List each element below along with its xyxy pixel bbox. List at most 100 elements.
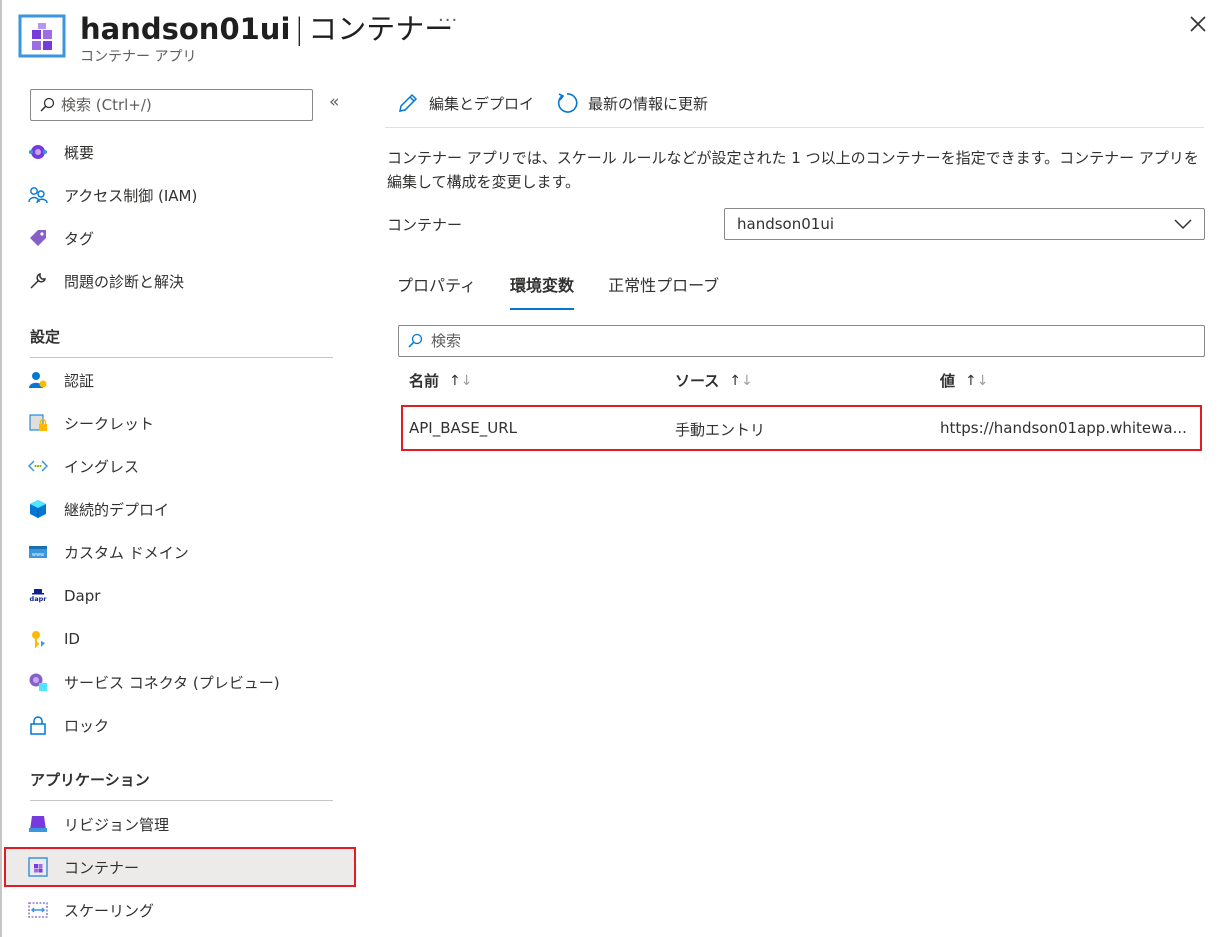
nav-item-label: ロック — [64, 716, 110, 735]
container-app-icon — [18, 14, 66, 58]
blade-header: handson01ui | コンテナー コンテナー アプリ ··· — [18, 4, 1218, 66]
container-tabs: プロパティ 環境変数 正常性プローブ — [397, 272, 753, 310]
env-var-search-input[interactable] — [431, 330, 1191, 352]
nav-item-label: 概要 — [64, 143, 95, 162]
identity-key-icon — [28, 629, 48, 649]
search-icon — [408, 333, 423, 348]
nav-item-service-connector[interactable]: サービス コネクタ (プレビュー) — [4, 662, 356, 702]
sort-icon: ↑↓ — [965, 373, 988, 389]
collapse-menu-button[interactable]: « — [329, 92, 339, 112]
search-icon — [40, 97, 55, 112]
nav-item-label: ID — [64, 630, 80, 648]
nav-item-label: カスタム ドメイン — [64, 543, 189, 562]
tab-properties[interactable]: プロパティ — [397, 272, 476, 310]
svg-text:dapr: dapr — [30, 595, 48, 603]
nav-item-revision-management[interactable]: リビジョン管理 — [4, 804, 356, 844]
nav-item-label: アクセス制御 (IAM) — [64, 186, 198, 205]
nav-item-iam[interactable]: アクセス制御 (IAM) — [4, 175, 356, 215]
nav-item-label: リビジョン管理 — [64, 815, 170, 834]
svg-text:www: www — [32, 552, 44, 558]
deploy-cube-icon — [28, 499, 48, 519]
more-options-button[interactable]: ··· — [438, 10, 458, 31]
command-bar-divider — [385, 127, 1204, 128]
sort-up-arrow: ↑ — [729, 372, 741, 389]
menu-search-input[interactable] — [61, 94, 306, 116]
overview-icon — [28, 142, 48, 162]
table-row[interactable]: API_BASE_URL 手動エントリ https://handson01app… — [401, 405, 1202, 451]
column-header-value[interactable]: 値 ↑↓ — [940, 370, 988, 391]
cell-source: 手動エントリ — [675, 421, 766, 439]
service-connector-icon — [28, 672, 48, 692]
tab-environment-variables[interactable]: 環境変数 — [510, 272, 575, 310]
tag-icon — [28, 228, 48, 248]
column-header-source[interactable]: ソース ↑↓ — [675, 370, 753, 391]
pencil-icon — [399, 93, 418, 112]
tab-health-probes[interactable]: 正常性プローブ — [608, 272, 719, 310]
iam-people-icon — [28, 185, 48, 205]
column-header-label: 値 — [940, 372, 956, 390]
sort-down-arrow: ↓ — [741, 372, 753, 389]
section-divider — [30, 357, 333, 358]
nav-item-diagnose[interactable]: 問題の診断と解決 — [4, 261, 356, 301]
refresh-button[interactable]: 最新の情報に更新 — [556, 92, 708, 114]
nav-item-identity[interactable]: ID — [4, 619, 356, 659]
nav-item-secrets[interactable]: シークレット — [4, 403, 356, 443]
nav-item-label: イングレス — [64, 457, 140, 476]
command-bar: 編集とデプロイ 最新の情報に更新 — [397, 88, 730, 118]
env-var-search-box[interactable] — [398, 325, 1205, 357]
container-dropdown-value: handson01ui — [737, 215, 834, 233]
edit-and-deploy-button[interactable]: 編集とデプロイ — [397, 92, 534, 114]
nav-item-label: 問題の診断と解決 — [64, 272, 185, 291]
refresh-label: 最新の情報に更新 — [588, 94, 709, 113]
nav-item-tags[interactable]: タグ — [4, 218, 356, 258]
section-divider — [30, 800, 333, 801]
nav-item-label: Dapr — [64, 587, 101, 605]
column-header-label: 名前 — [409, 372, 440, 390]
ingress-icon — [28, 456, 48, 476]
nav-item-ingress[interactable]: イングレス — [4, 446, 356, 486]
column-header-name[interactable]: 名前 ↑↓ — [409, 370, 472, 391]
edit-and-deploy-label: 編集とデプロイ — [429, 94, 535, 113]
cell-name: API_BASE_URL — [409, 419, 518, 437]
domain-icon: www — [28, 542, 48, 562]
auth-user-icon — [28, 370, 48, 390]
nav-item-label: サービス コネクタ (プレビュー) — [64, 673, 280, 692]
nav-item-overview[interactable]: 概要 — [4, 132, 356, 172]
nav-item-auth[interactable]: 認証 — [4, 360, 356, 400]
chevron-down-icon — [1174, 219, 1192, 230]
page-title: handson01ui | コンテナー — [80, 6, 453, 48]
container-dropdown[interactable]: handson01ui — [724, 208, 1205, 240]
nav-item-locks[interactable]: ロック — [4, 705, 356, 745]
nav-item-label: スケーリング — [64, 901, 155, 920]
blade-section-name: コンテナー — [308, 12, 454, 46]
close-icon[interactable] — [1188, 14, 1208, 34]
sort-icon: ↑↓ — [449, 373, 472, 389]
dapr-icon: dapr — [28, 586, 48, 606]
nav-item-scaling[interactable]: スケーリング — [4, 890, 356, 930]
section-header-settings: 設定 — [30, 328, 61, 346]
revision-icon — [28, 814, 48, 834]
sort-up-arrow: ↑ — [449, 372, 461, 389]
nav-item-label: 継続的デプロイ — [64, 500, 170, 519]
sort-down-arrow: ↓ — [976, 372, 989, 389]
nav-item-continuous-deployment[interactable]: 継続的デプロイ — [4, 489, 356, 529]
container-select-label: コンテナー — [387, 216, 463, 234]
container-description: コンテナー アプリでは、スケール ルールなどが設定された 1 つ以上のコンテナー… — [387, 149, 1199, 191]
column-header-label: ソース — [675, 372, 720, 390]
nav-item-custom-domain[interactable]: www カスタム ドメイン — [4, 532, 356, 572]
menu-search-box[interactable] — [30, 89, 313, 121]
cell-value: https://handson01app.whitewa... — [940, 419, 1187, 437]
nav-item-containers[interactable]: コンテナー — [4, 847, 356, 887]
container-icon — [28, 857, 48, 877]
wrench-icon — [28, 271, 48, 291]
sort-up-arrow: ↑ — [965, 372, 977, 389]
title-separator: | — [294, 12, 305, 46]
sort-icon: ↑↓ — [729, 373, 752, 389]
resource-menu: « 概要 アクセス制御 (IAM) タグ 問題の診断と解決 設定 認証 — [0, 80, 365, 937]
scale-icon — [28, 900, 48, 920]
nav-item-dapr[interactable]: dapr Dapr — [4, 576, 356, 616]
nav-item-label: シークレット — [64, 414, 155, 433]
resource-type: コンテナー アプリ — [80, 49, 197, 65]
lock-icon — [28, 715, 48, 735]
nav-item-label: タグ — [64, 229, 95, 248]
